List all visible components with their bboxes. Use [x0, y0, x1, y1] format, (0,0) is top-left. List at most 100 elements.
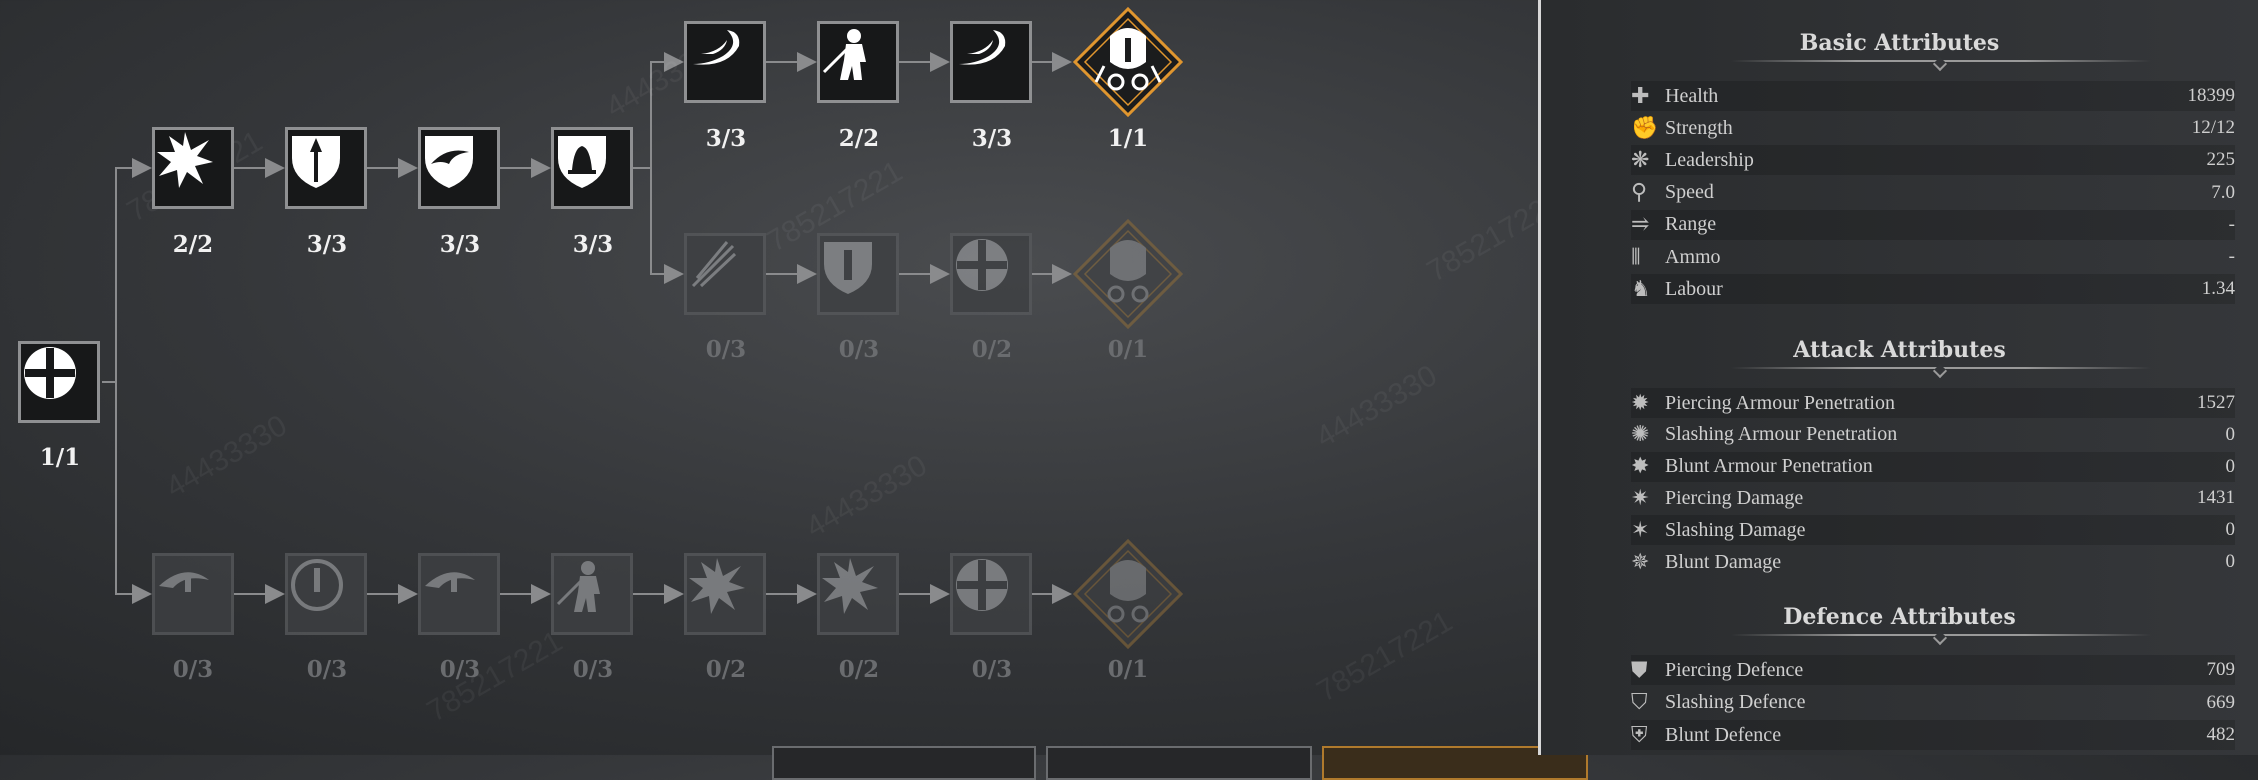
burst-icon	[822, 558, 878, 614]
pierce-def-icon: ⛊	[1631, 657, 1648, 683]
attribute-name: Piercing Armour Penetration	[1665, 391, 1895, 414]
range-icon: ⥤	[1631, 212, 1650, 238]
skill-count: 0/3	[971, 656, 1013, 683]
attribute-value: 1431	[2197, 487, 2235, 509]
attribute-name: Blunt Defence	[1665, 723, 1782, 746]
arrows-icon	[691, 241, 737, 288]
wing-shield-icon	[425, 136, 473, 188]
attribute-name: Piercing Damage	[1665, 486, 1804, 509]
skill-count: 1/1	[39, 444, 81, 471]
skill-node-mid1[interactable]	[684, 233, 766, 315]
skill-node-top1[interactable]	[684, 21, 766, 103]
tree-connectors	[102, 52, 1072, 604]
section-rule	[1731, 367, 2151, 369]
attribute-name: Strength	[1665, 116, 1733, 139]
attribute-row-strength: ✊ Strength 12/12	[1631, 113, 2235, 143]
skill-node-top-capstone[interactable]	[1072, 6, 1184, 118]
attribute-value: 709	[2206, 659, 2236, 680]
skill-node-a3[interactable]	[418, 127, 500, 209]
cross-icon	[956, 559, 1008, 611]
spear-shield-icon	[292, 136, 340, 188]
skill-node-b2[interactable]	[285, 553, 367, 635]
attribute-row-blunt-armour-penetration: ✸ Blunt Armour Penetration 0	[1631, 451, 2236, 482]
attribute-value: 0	[2225, 551, 2236, 572]
skill-count: 0/2	[838, 656, 880, 683]
skill-count: 0/3	[172, 656, 214, 683]
skill-node-top3[interactable]	[950, 21, 1032, 103]
burst-icon	[157, 132, 213, 188]
attribute-value: 669	[2206, 691, 2236, 713]
attribute-row-health: ✚ Health 18399	[1631, 81, 2235, 111]
slash-def-icon: ⛉	[1631, 690, 1648, 715]
helmet-crest-icon	[1072, 218, 1184, 330]
skill-count: 3/3	[705, 125, 747, 152]
attribute-value: 12/12	[2191, 117, 2235, 139]
attribute-name: Blunt Damage	[1665, 550, 1782, 573]
skill-node-b-capstone[interactable]	[1072, 538, 1184, 650]
health-cross-icon: ✚	[1631, 83, 1650, 109]
attribute-row-range: ⥤ Range -	[1631, 209, 2235, 240]
skill-node-root[interactable]	[18, 341, 100, 423]
slash-pen-icon: ✺	[1631, 422, 1650, 448]
attribute-value: 1527	[2197, 392, 2235, 413]
attribute-value: 18399	[2187, 85, 2236, 106]
attribute-row-slashing-armour-penetration: ✺ Slashing Armour Penetration 0	[1631, 420, 2235, 450]
section-rule	[1731, 634, 2151, 636]
skill-node-b1[interactable]	[152, 553, 234, 635]
attribute-row-blunt-damage: ✵ Blunt Damage 0	[1631, 547, 2235, 577]
attribute-name: Slashing Damage	[1665, 518, 1806, 541]
helmet-crest-icon	[1072, 538, 1184, 650]
attribute-name: Range	[1665, 213, 1717, 236]
pierce-pen-icon: ✹	[1631, 390, 1650, 416]
skill-node-a1[interactable]	[152, 127, 234, 209]
skill-count: 3/3	[439, 231, 481, 258]
skill-node-b3[interactable]	[418, 553, 500, 635]
attribute-row-speed: ⚲ Speed 7.0	[1631, 178, 2235, 208]
cross-icon	[24, 347, 76, 399]
bell-shield-icon	[558, 136, 606, 188]
attribute-name: Piercing Defence	[1665, 658, 1804, 681]
laurel-icon: ❋	[1631, 147, 1650, 173]
attribute-name: Slashing Defence	[1665, 691, 1806, 713]
attribute-name: Leadership	[1665, 148, 1754, 171]
slash-dmg-icon: ✶	[1631, 517, 1650, 543]
skill-node-top2[interactable]	[817, 21, 899, 103]
attribute-row-labour: ♞ Labour 1.34	[1631, 274, 2235, 305]
skill-node-mid-capstone[interactable]	[1072, 218, 1184, 330]
skill-node-a4[interactable]	[551, 127, 633, 209]
boot-icon: ⚲	[1631, 180, 1648, 206]
eye-swirl-icon	[159, 572, 209, 592]
attribute-value: -	[2228, 246, 2235, 267]
attribute-row-slashing-damage: ✶ Slashing Damage 0	[1631, 515, 2235, 546]
skill-count: 1/1	[1107, 125, 1149, 152]
skill-count: 0/1	[1107, 656, 1149, 683]
bottom-button-1[interactable]	[772, 746, 1036, 780]
attributes-panel: Basic Attributes ✚ Health 18399 ✊ Strength 12…	[1541, 0, 2258, 755]
attribute-value: 0	[2225, 455, 2236, 477]
attribute-value: 1.34	[2201, 278, 2235, 300]
attribute-row-slashing-defence: ⛉ Slashing Defence 669	[1631, 688, 2235, 718]
skill-count: 2/2	[172, 231, 214, 258]
skill-node-b7[interactable]	[950, 553, 1032, 635]
skill-count: 3/3	[971, 125, 1013, 152]
skill-node-mid2[interactable]	[817, 233, 899, 315]
skill-count: 0/3	[439, 656, 481, 683]
attribute-value: -	[2228, 213, 2235, 235]
skill-node-b6[interactable]	[817, 553, 899, 635]
skill-node-b5[interactable]	[684, 553, 766, 635]
skill-count: 0/2	[971, 336, 1013, 363]
skill-count: 0/1	[1107, 336, 1149, 363]
attribute-row-piercing-armour-penetration: ✹ Piercing Armour Penetration 1527	[1631, 388, 2235, 418]
skill-node-b4[interactable]	[551, 553, 633, 635]
horse-icon: ♞	[1631, 276, 1651, 302]
bottom-button-2[interactable]	[1046, 746, 1312, 780]
eye-swirl-icon	[425, 572, 475, 592]
skill-node-mid3[interactable]	[950, 233, 1032, 315]
attribute-value: 0	[2225, 423, 2236, 445]
skill-count: 0/2	[705, 656, 747, 683]
attribute-name: Ammo	[1665, 245, 1721, 268]
blunt-def-icon: ⛨	[1631, 722, 1648, 748]
section-title-attack: Attack Attributes	[1793, 337, 2006, 363]
skill-node-a2[interactable]	[285, 127, 367, 209]
attribute-value: 482	[2206, 724, 2236, 745]
